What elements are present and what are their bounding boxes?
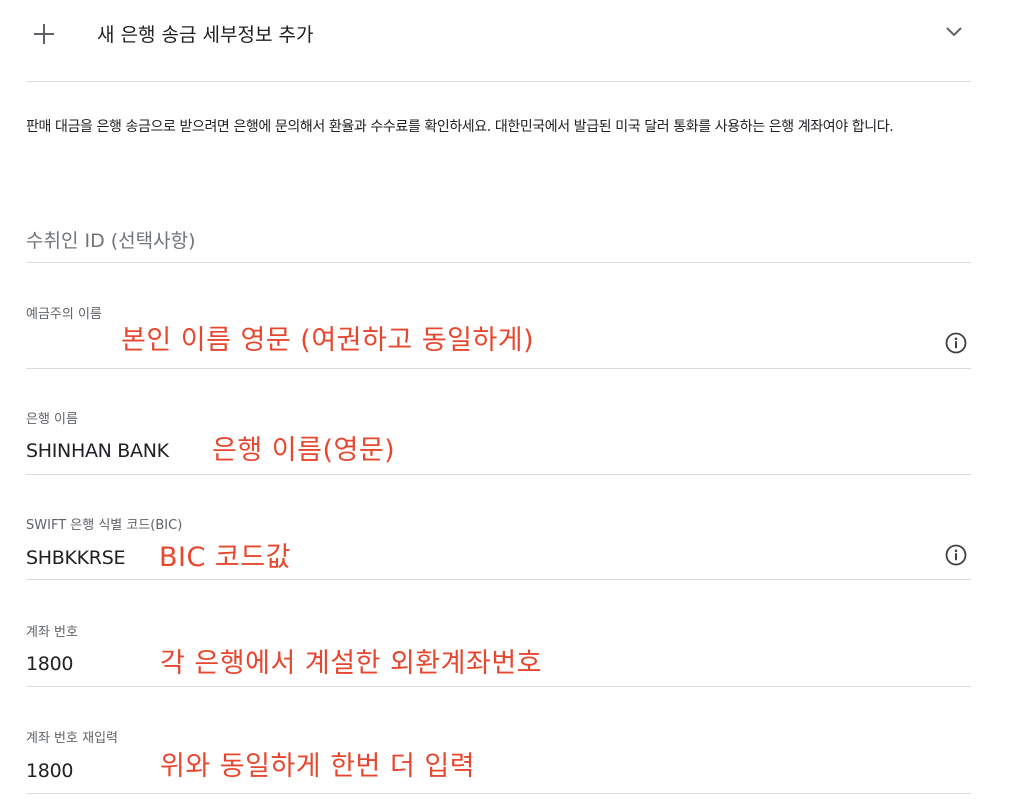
bank-name-field[interactable]: 은행 이름 SHINHAN BANK [26, 404, 971, 475]
info-icon[interactable] [945, 332, 967, 354]
bank-name-label: 은행 이름 [26, 412, 78, 427]
account-number-annotation: 각 은행에서 계설한 외환계좌번호 [160, 648, 543, 679]
plus-icon [34, 24, 54, 44]
header-title: 새 은행 송금 세부정보 추가 [97, 24, 314, 46]
swift-code-annotation: BIC 코드값 [159, 542, 291, 573]
account-number-confirm-value: 1800 [26, 760, 74, 782]
account-number-confirm-annotation: 위와 동일하게 한번 더 입력 [160, 751, 476, 782]
swift-code-value: SHBKKRSE [26, 547, 126, 569]
description-text: 판매 대금을 은행 송금으로 받으려면 은행에 문의해서 환율과 수수료를 확인… [26, 119, 894, 135]
info-icon[interactable] [945, 544, 967, 566]
account-number-value: 1800 [26, 653, 74, 675]
bank-name-value: SHINHAN BANK [26, 440, 169, 462]
account-holder-label: 예금주의 이름 [26, 307, 102, 322]
account-number-label: 계좌 번호 [26, 625, 78, 640]
payee-id-placeholder: 수취인 ID (선택사항) [26, 230, 196, 252]
chevron-down-icon[interactable] [945, 26, 963, 38]
add-bank-transfer-header[interactable]: 새 은행 송금 세부정보 추가 [26, 0, 971, 82]
payee-id-field[interactable]: 수취인 ID (선택사항) [26, 216, 971, 263]
swift-code-label: SWIFT 은행 식별 코드(BIC) [26, 518, 183, 533]
account-number-confirm-label: 계좌 번호 재입력 [26, 731, 118, 746]
account-holder-annotation: 본인 이름 영문 (여권하고 동일하게) [121, 325, 535, 356]
bank-name-annotation: 은행 이름(영문) [212, 435, 396, 466]
